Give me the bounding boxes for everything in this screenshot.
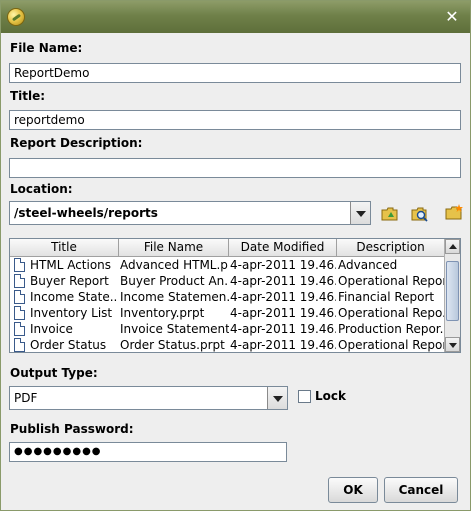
location-value: /steel-wheels/reports bbox=[14, 206, 158, 220]
browse-search-icon[interactable] bbox=[411, 206, 429, 222]
cell-description: Financial Report bbox=[338, 290, 435, 304]
cell-date-modified: 4-apr-2011 19.46.... bbox=[230, 338, 336, 352]
publish-password-field[interactable]: ●●●●●●●●● bbox=[9, 442, 287, 462]
document-icon bbox=[14, 322, 25, 336]
reports-table[interactable]: Title File Name Date Modified Descriptio… bbox=[9, 238, 461, 353]
output-type-select[interactable]: PDF bbox=[9, 386, 288, 410]
document-icon bbox=[14, 274, 25, 288]
cell-description: Operational Repo... bbox=[338, 306, 445, 320]
report-description-field[interactable] bbox=[9, 158, 461, 178]
document-icon bbox=[14, 338, 25, 352]
cell-file-name: Income Statemen... bbox=[120, 290, 229, 304]
cell-title: Invoice bbox=[30, 322, 73, 336]
report-description-label: Report Description: bbox=[10, 136, 143, 150]
publish-password-label: Publish Password: bbox=[10, 422, 134, 436]
scroll-down-icon[interactable] bbox=[445, 337, 460, 352]
scroll-up-icon[interactable] bbox=[445, 239, 460, 254]
table-row[interactable]: HTML Actions Advanced HTML.p... 4-apr-20… bbox=[10, 257, 445, 273]
title-label: Title: bbox=[10, 89, 46, 103]
ok-button[interactable]: OK bbox=[328, 477, 378, 503]
cell-file-name: Advanced HTML.p... bbox=[120, 258, 229, 272]
cell-description: Operational Report bbox=[338, 274, 445, 288]
lock-label: Lock bbox=[315, 389, 346, 403]
column-header-description[interactable]: Description bbox=[337, 239, 445, 257]
cell-title: Order Status bbox=[30, 338, 107, 352]
cell-date-modified: 4-apr-2011 19.46.... bbox=[230, 274, 336, 288]
location-select[interactable]: /steel-wheels/reports bbox=[9, 201, 371, 225]
document-icon bbox=[14, 306, 25, 320]
dropdown-arrow-icon[interactable] bbox=[267, 387, 287, 409]
file-name-label: File Name: bbox=[10, 41, 83, 55]
title-field[interactable]: reportdemo bbox=[9, 110, 461, 130]
cell-title: Buyer Report bbox=[30, 274, 109, 288]
table-row[interactable]: Order Status Order Status.prpt 4-apr-201… bbox=[10, 337, 445, 352]
cell-description: Advanced bbox=[338, 258, 398, 272]
cell-file-name: Invoice Statement... bbox=[120, 322, 229, 336]
lock-checkbox[interactable] bbox=[298, 390, 311, 403]
cell-title: Inventory List bbox=[30, 306, 113, 320]
close-icon[interactable]: ✕ bbox=[442, 7, 462, 27]
document-icon bbox=[14, 290, 25, 304]
upload-folder-icon[interactable] bbox=[381, 206, 399, 222]
cancel-button[interactable]: Cancel bbox=[384, 477, 458, 503]
column-header-title[interactable]: Title bbox=[10, 239, 119, 257]
cell-file-name: Buyer Product An... bbox=[120, 274, 229, 288]
cell-date-modified: 4-apr-2011 19.46.... bbox=[230, 306, 336, 320]
output-type-label: Output Type: bbox=[10, 366, 98, 380]
cell-date-modified: 4-apr-2011 19.46.... bbox=[230, 322, 336, 336]
new-folder-icon[interactable] bbox=[445, 204, 463, 220]
cell-title: HTML Actions bbox=[30, 258, 112, 272]
app-icon bbox=[7, 8, 25, 26]
table-row[interactable]: Invoice Invoice Statement... 4-apr-2011 … bbox=[10, 321, 445, 337]
location-label: Location: bbox=[10, 182, 73, 196]
cell-file-name: Inventory.prpt bbox=[120, 306, 205, 320]
cell-date-modified: 4-apr-2011 19.46.... bbox=[230, 290, 336, 304]
dropdown-arrow-icon[interactable] bbox=[350, 202, 370, 224]
table-header: Title File Name Date Modified Descriptio… bbox=[10, 239, 445, 257]
cell-title: Income State... bbox=[30, 290, 118, 304]
cell-description: Production Repor... bbox=[338, 322, 445, 336]
column-header-date-modified[interactable]: Date Modified bbox=[229, 239, 337, 257]
scroll-thumb[interactable] bbox=[446, 261, 459, 321]
column-header-file-name[interactable]: File Name bbox=[119, 239, 229, 257]
file-name-field[interactable]: ReportDemo bbox=[9, 63, 461, 83]
table-row[interactable]: Income State... Income Statemen... 4-apr… bbox=[10, 289, 445, 305]
table-row[interactable]: Buyer Report Buyer Product An... 4-apr-2… bbox=[10, 273, 445, 289]
document-icon bbox=[14, 258, 25, 272]
cell-date-modified: 4-apr-2011 19.46.... bbox=[230, 258, 336, 272]
publish-dialog: ✕ File Name: ReportDemo Title: reportdem… bbox=[0, 0, 471, 511]
output-type-value: PDF bbox=[14, 391, 38, 405]
cell-file-name: Order Status.prpt bbox=[120, 338, 225, 352]
table-scrollbar[interactable] bbox=[444, 239, 460, 352]
cell-description: Operational Report bbox=[338, 338, 445, 352]
table-row[interactable]: Inventory List Inventory.prpt 4-apr-2011… bbox=[10, 305, 445, 321]
title-bar[interactable]: ✕ bbox=[1, 1, 470, 33]
